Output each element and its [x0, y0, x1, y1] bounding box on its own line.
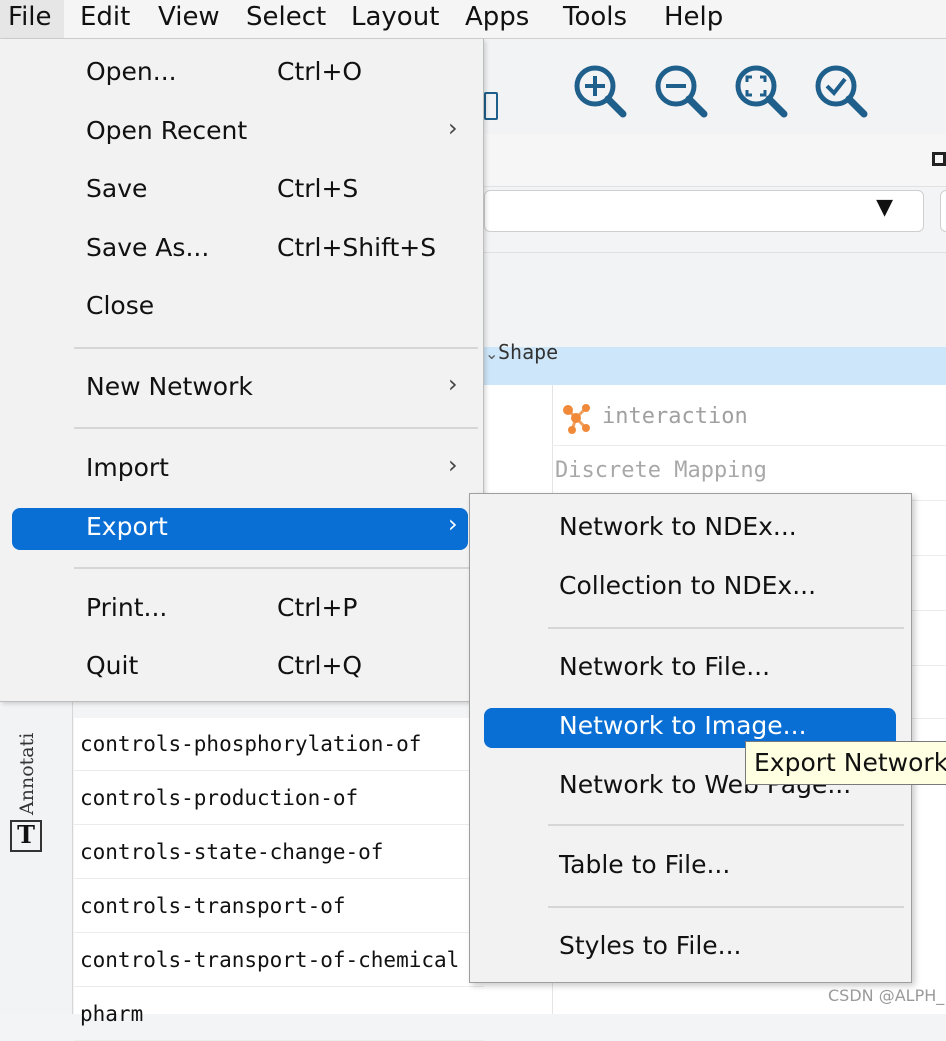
menu-separator — [548, 824, 904, 826]
chevron-right-icon: › — [448, 114, 458, 142]
shortcut-label: Ctrl+Shift+S — [277, 233, 437, 262]
file-menu: Open... Ctrl+O Open Recent › Save Ctrl+S… — [0, 39, 484, 702]
menu-item-import[interactable]: Import › — [12, 449, 468, 491]
options-button[interactable] — [940, 190, 946, 232]
tooltip: Export Network — [745, 741, 946, 785]
menu-item-label: Styles to File... — [559, 931, 742, 960]
shortcut-label: Ctrl+Q — [277, 651, 363, 680]
mapping-type[interactable]: Discrete Mapping — [555, 458, 767, 483]
shortcut-label: Ctrl+P — [277, 593, 358, 622]
list-item[interactable]: controls-transport-of — [74, 880, 484, 933]
menu-item-label: Collection to NDEx... — [559, 571, 817, 600]
menu-item-label: Print... — [86, 593, 168, 622]
menu-item-print[interactable]: Print... Ctrl+P — [12, 589, 468, 631]
menu-item-save-as[interactable]: Save As... Ctrl+Shift+S — [12, 229, 468, 271]
menu-separator — [74, 427, 478, 429]
style-dropdown[interactable]: ▼ — [484, 190, 924, 232]
column-name: interaction — [602, 404, 748, 429]
maximize-icon[interactable] — [932, 152, 946, 166]
menu-item-new-network[interactable]: New Network › — [12, 368, 468, 410]
dropdown-arrow-icon: ▼ — [876, 195, 893, 220]
menu-item-label: Table to File... — [559, 850, 731, 879]
menu-bar: File Edit View Select Layout Apps Tools … — [0, 0, 946, 39]
chevron-right-icon: › — [448, 370, 458, 398]
menu-item-label: Open Recent — [86, 116, 248, 145]
list-item[interactable]: controls-transport-of-chemical — [74, 934, 484, 987]
export-submenu: Network to NDEx... Collection to NDEx...… — [469, 493, 912, 983]
menu-item-open[interactable]: Open... Ctrl+O — [12, 53, 468, 95]
menu-item-close[interactable]: Close — [12, 287, 468, 329]
menu-item-label: Export — [86, 512, 168, 541]
menu-apps[interactable]: Apps — [465, 0, 529, 38]
list-item[interactable]: controls-phosphorylation-of — [74, 718, 484, 771]
menu-item-open-recent[interactable]: Open Recent › — [12, 112, 468, 154]
menu-item-quit[interactable]: Quit Ctrl+Q — [12, 647, 468, 689]
expand-icon[interactable]: ⌄ — [485, 344, 498, 363]
list-item[interactable]: controls-state-change-of — [74, 826, 484, 879]
zoom-in-icon[interactable] — [571, 62, 629, 120]
menu-file[interactable]: File — [0, 0, 64, 38]
chevron-right-icon: › — [448, 451, 458, 479]
panel-header — [484, 134, 946, 187]
menu-item-network-to-ndex[interactable]: Network to NDEx... — [484, 509, 896, 549]
shortcut-label: Ctrl+O — [277, 57, 363, 86]
zoom-out-icon[interactable] — [652, 62, 710, 120]
network-icon — [563, 404, 590, 434]
menu-item-network-to-file[interactable]: Network to File... — [484, 649, 896, 689]
list-item[interactable]: controls-production-of — [74, 772, 484, 825]
menu-separator — [548, 906, 904, 908]
menu-item-label: Close — [86, 291, 155, 320]
text-annotation-icon[interactable]: T — [10, 820, 42, 852]
menu-separator — [74, 347, 478, 349]
menu-view[interactable]: View — [158, 0, 220, 38]
menu-item-styles-to-file[interactable]: Styles to File... — [484, 928, 896, 968]
menu-item-label: Network to NDEx... — [559, 512, 797, 541]
annotation-tab[interactable]: Annotati — [16, 705, 46, 815]
menu-separator — [74, 567, 478, 569]
table-icon[interactable] — [484, 92, 498, 120]
menu-item-label: Save As... — [86, 233, 210, 262]
menu-edit[interactable]: Edit — [80, 0, 130, 38]
menu-item-label: Save — [86, 174, 148, 203]
menu-help[interactable]: Help — [664, 0, 723, 38]
menu-tools[interactable]: Tools — [563, 0, 627, 38]
list-item[interactable]: pharm — [74, 988, 484, 1041]
menu-item-save[interactable]: Save Ctrl+S — [12, 170, 468, 212]
menu-item-collection-to-ndex[interactable]: Collection to NDEx... — [484, 568, 896, 608]
chevron-right-icon: › — [448, 510, 458, 538]
menu-item-label: Quit — [86, 651, 139, 680]
menu-item-label: Open... — [86, 57, 177, 86]
menu-item-label: Network to Image... — [559, 711, 807, 740]
menu-select[interactable]: Select — [246, 0, 326, 38]
menu-item-label: Import — [86, 453, 169, 482]
zoom-fit-icon[interactable] — [732, 62, 790, 120]
properties-header — [484, 252, 946, 348]
menu-item-label: New Network — [86, 372, 253, 401]
menu-item-table-to-file[interactable]: Table to File... — [484, 847, 896, 887]
menu-item-export[interactable]: Export › — [12, 508, 468, 550]
zoom-selected-icon[interactable] — [812, 62, 870, 120]
menu-layout[interactable]: Layout — [351, 0, 439, 38]
menu-separator — [548, 627, 904, 629]
shortcut-label: Ctrl+S — [277, 174, 359, 203]
watermark: CSDN @ALPH_ — [828, 986, 945, 1005]
property-label: Shape — [498, 340, 559, 364]
menu-item-label: Network to File... — [559, 652, 771, 681]
